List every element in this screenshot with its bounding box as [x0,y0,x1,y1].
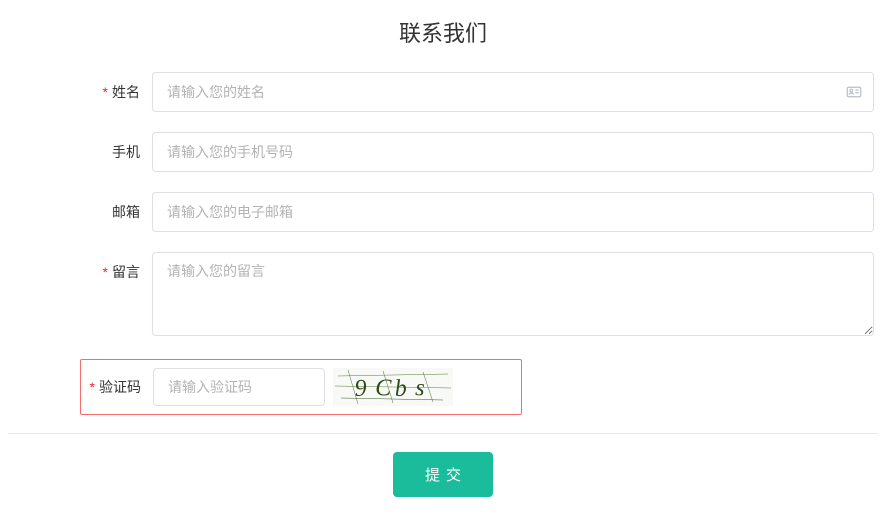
message-textarea[interactable] [152,252,874,336]
name-input[interactable] [152,72,874,112]
contact-form-container: 联系我们 *姓名 手机 [0,0,886,517]
required-marker: * [103,84,108,100]
submit-button[interactable]: 提交 [393,452,493,497]
phone-row: 手机 [4,132,882,172]
divider [8,433,878,434]
id-card-icon [846,84,862,100]
message-row: *留言 [4,252,882,339]
phone-input-wrap [152,132,882,172]
phone-input[interactable] [152,132,874,172]
message-label: *留言 [4,252,152,282]
required-marker: * [90,379,95,395]
captcha-row: *验证码 9 C b [80,359,522,415]
email-label: 邮箱 [4,192,152,222]
name-row: *姓名 [4,72,882,112]
email-input[interactable] [152,192,874,232]
svg-text:9: 9 [354,375,367,402]
svg-text:C: C [375,375,393,402]
page-title: 联系我们 [4,8,882,48]
name-input-wrap [152,72,882,112]
svg-text:b: b [394,376,407,402]
message-input-wrap [152,252,882,339]
captcha-label: *验证码 [81,377,153,397]
captcha-input[interactable] [153,368,325,406]
svg-text:s: s [415,375,426,401]
captcha-image[interactable]: 9 C b s [333,368,453,406]
email-input-wrap [152,192,882,232]
email-row: 邮箱 [4,192,882,232]
required-marker: * [103,264,108,280]
phone-label: 手机 [4,132,152,162]
name-label: *姓名 [4,72,152,102]
submit-row: 提交 [4,452,882,497]
